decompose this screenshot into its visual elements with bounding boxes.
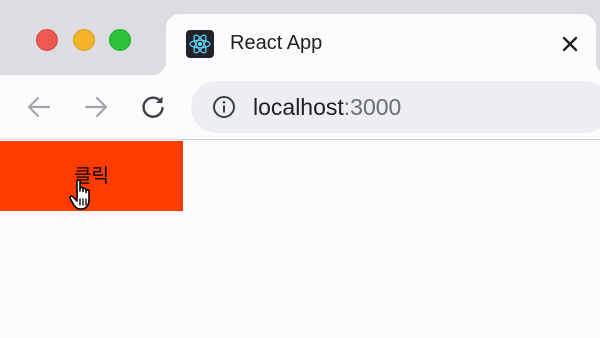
browser-toolbar: localhost:3000 (0, 75, 600, 140)
page-content: 클릭 (0, 141, 600, 338)
window-minimize-button[interactable] (73, 29, 95, 51)
window-maximize-button[interactable] (109, 29, 131, 51)
tab-strip: React App (0, 0, 600, 75)
address-bar[interactable]: localhost:3000 (191, 81, 600, 133)
window-close-button[interactable] (36, 29, 58, 51)
url-text: localhost:3000 (253, 94, 401, 121)
arrow-left-icon[interactable] (25, 93, 53, 121)
tab-react-app[interactable]: React App (152, 14, 600, 75)
url-port: :3000 (343, 94, 402, 120)
pointer-hand-icon (68, 178, 98, 212)
close-icon[interactable] (560, 34, 580, 54)
reload-icon[interactable] (139, 93, 167, 121)
arrow-right-icon[interactable] (82, 93, 110, 121)
tab-title: React App (230, 32, 323, 54)
info-icon[interactable] (212, 95, 236, 119)
url-host: localhost (253, 94, 344, 120)
react-logo-icon (186, 30, 214, 58)
